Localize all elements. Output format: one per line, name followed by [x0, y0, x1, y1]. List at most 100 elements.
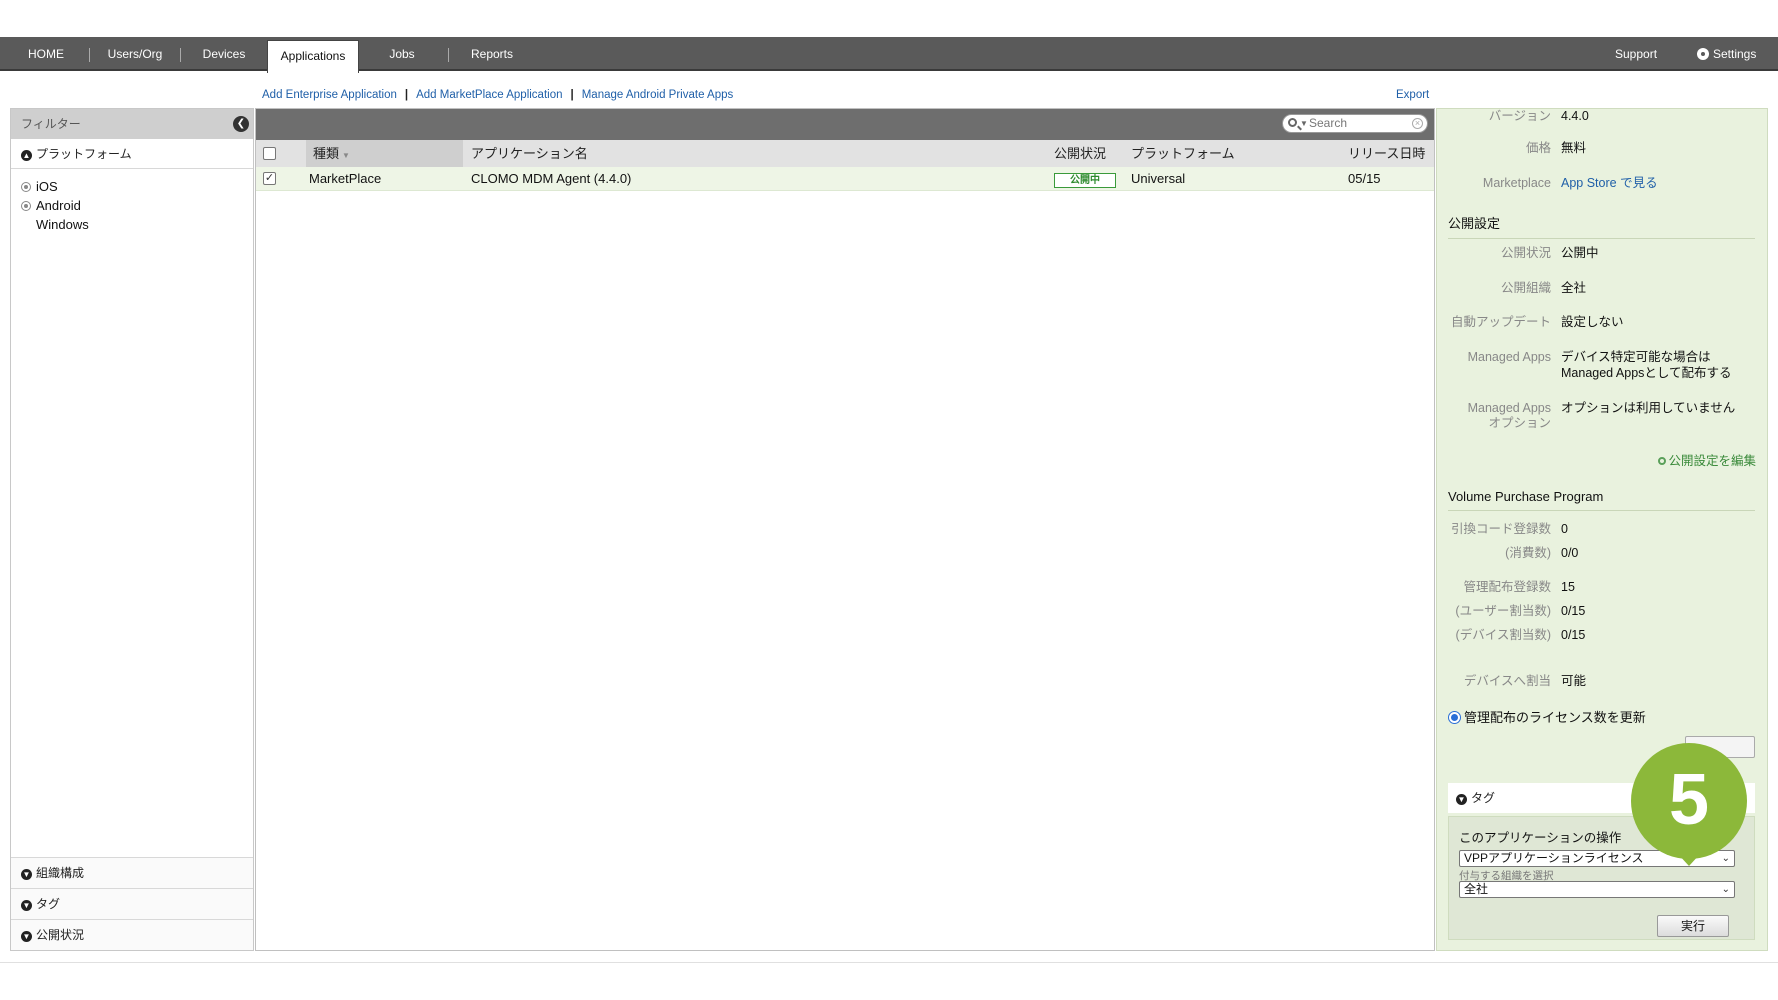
managed-apps-option-label: Managed Apps [1467, 401, 1551, 415]
column-platform[interactable]: プラットフォーム [1131, 140, 1235, 167]
manage-android-apps-link[interactable]: Manage Android Private Apps [582, 89, 734, 101]
add-marketplace-app-link[interactable]: Add MarketPlace Application [416, 89, 562, 101]
step-marker: 5 [1626, 741, 1752, 867]
tab-applications[interactable]: Applications [267, 40, 359, 73]
collapse-filter-icon[interactable]: ❮ [233, 116, 249, 132]
platform-ios[interactable]: iOS [11, 177, 253, 196]
code-reg-value: 0 [1561, 522, 1568, 536]
nav-separator [89, 48, 90, 62]
row-checkbox[interactable]: ✓ [263, 172, 276, 185]
top-nav: HOME Users/Org Devices Applications Jobs… [0, 37, 1778, 73]
filter-panel: フィルター ❮ ▲ プラットフォーム iOS Android Windows ▼ 組… [10, 108, 254, 951]
tab-devices[interactable]: Devices [190, 37, 258, 71]
version-label: バージョン [1488, 109, 1551, 123]
filter-header: フィルター ❮ [11, 109, 253, 139]
cell-release: 05/15 [1348, 171, 1381, 186]
platform-windows[interactable]: Windows [11, 215, 253, 234]
managed-reg-value: 15 [1561, 580, 1575, 594]
managed-apps-option-value: オプションは利用していません [1561, 401, 1736, 415]
consumed-label: (消費数) [1505, 546, 1551, 560]
app-store-link[interactable]: App Store で見る [1561, 175, 1658, 191]
select-all-checkbox[interactable] [263, 147, 276, 160]
code-reg-label: 引換コード登録数 [1450, 522, 1551, 536]
chevron-down-icon: ⌄ [1721, 884, 1730, 895]
publish-settings-heading: 公開設定 [1448, 213, 1755, 239]
status-badge: 公開中 [1054, 173, 1116, 188]
org-select[interactable]: 全社 ⌄ [1459, 881, 1735, 898]
radio-selected-icon [1448, 711, 1461, 724]
marketplace-label: Marketplace [1482, 176, 1551, 190]
tag-section-label: タグ [1471, 791, 1496, 805]
tab-home[interactable]: HOME [14, 37, 78, 71]
run-button[interactable]: 実行 [1657, 915, 1729, 937]
column-label: 種類 [313, 146, 340, 161]
filter-section-label: タグ [36, 897, 61, 911]
price-label: 価格 [1525, 141, 1551, 155]
nav-separator [448, 48, 449, 62]
filter-section-label: 公開状況 [36, 928, 85, 942]
publish-org-value: 全社 [1561, 281, 1587, 295]
export-link[interactable]: Export [1396, 89, 1429, 101]
filter-section-org[interactable]: ▼ 組織構成 [11, 857, 253, 888]
platform-label: Android [36, 198, 81, 213]
device-alloc-value: 可能 [1561, 674, 1587, 688]
cell-status: 公開中 [1054, 167, 1116, 191]
platform-section[interactable]: ▲ プラットフォーム [11, 139, 253, 169]
settings-label: Settings [1713, 47, 1757, 61]
org-selected-value: 全社 [1464, 882, 1489, 896]
edit-publish-settings-link[interactable]: 公開設定を編集 [1658, 450, 1756, 469]
update-license-radio[interactable]: 管理配布のライセンス数を更新 [1448, 707, 1646, 726]
footer-divider [0, 962, 1778, 963]
link-separator: | [404, 89, 409, 101]
cell-app-name: CLOMO MDM Agent (4.4.0) [471, 171, 632, 186]
chevron-down-icon: ▼ [21, 900, 32, 911]
managed-apps-option-label: オプション [1488, 416, 1551, 430]
app-action-links: Add Enterprise Application | Add MarketPla… [262, 89, 733, 101]
chevron-down-icon: ▼ [21, 931, 32, 942]
managed-reg-label: 管理配布登録数 [1463, 580, 1551, 594]
column-release-date[interactable]: リリース日時 [1348, 140, 1425, 167]
tab-reports[interactable]: Reports [462, 37, 522, 71]
platform-android[interactable]: Android [11, 196, 253, 215]
managed-apps-line2: Managed Appsとして配布する [1561, 366, 1732, 380]
list-toolbar: ▼ Search × [256, 109, 1434, 140]
nav-separator [180, 48, 181, 62]
tab-users-org[interactable]: Users/Org [96, 37, 174, 71]
search-input[interactable]: ▼ Search × [1282, 114, 1428, 133]
add-enterprise-app-link[interactable]: Add Enterprise Application [262, 89, 397, 101]
table-header: 種類 ▼ アプリケーション名 公開状況 プラットフォーム リリース日時 [256, 140, 1434, 167]
caret-down-icon: ▼ [1300, 119, 1308, 128]
link-separator: | [570, 89, 574, 101]
column-type[interactable]: 種類 ▼ [306, 140, 463, 167]
auto-update-label: 自動アップデート [1450, 315, 1551, 329]
column-publish-status[interactable]: 公開状況 [1054, 140, 1106, 167]
filter-section-publish[interactable]: ▼ 公開状況 [11, 919, 253, 950]
expand-icon [21, 201, 31, 211]
marker-number: 5 [1668, 760, 1710, 840]
device-assign-value: 0/15 [1561, 628, 1586, 642]
table-row[interactable]: ✓ MarketPlace CLOMO MDM Agent (4.4.0) 公開… [256, 167, 1434, 191]
user-assign-label: (ユーザー割当数) [1455, 604, 1551, 618]
tab-jobs[interactable]: Jobs [372, 37, 432, 71]
publish-org-label: 公開組織 [1500, 281, 1551, 295]
publish-status-value: 公開中 [1561, 246, 1599, 260]
gear-icon [1697, 48, 1709, 60]
settings-link[interactable]: Settings [1697, 37, 1756, 71]
settings-icon [1658, 457, 1667, 465]
price-value: 無料 [1561, 141, 1587, 155]
consumed-value: 0/0 [1561, 546, 1579, 560]
sort-down-icon: ▼ [342, 151, 350, 160]
device-alloc-label: デバイスへ割当 [1463, 674, 1551, 688]
expand-icon [21, 182, 31, 192]
filter-section-tag[interactable]: ▼ タグ [11, 888, 253, 919]
cell-type: MarketPlace [309, 171, 382, 186]
auto-update-value: 設定しない [1561, 315, 1624, 329]
column-app-name[interactable]: アプリケーション名 [471, 140, 588, 167]
managed-apps-label: Managed Apps [1467, 350, 1551, 364]
support-link[interactable]: Support [1615, 37, 1657, 71]
chevron-up-icon: ▲ [21, 150, 32, 161]
update-license-label: 管理配布のライセンス数を更新 [1464, 710, 1646, 725]
clear-icon[interactable]: × [1412, 118, 1423, 129]
filter-title: フィルター [21, 117, 81, 131]
platform-label: Windows [36, 217, 89, 232]
